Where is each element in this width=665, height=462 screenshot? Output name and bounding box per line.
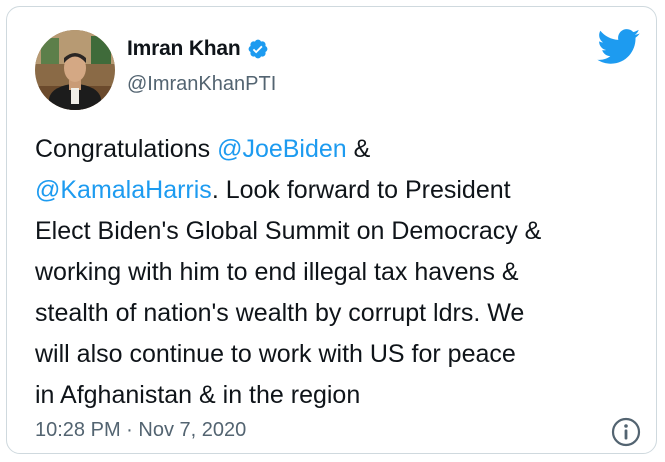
tweet-text-segment: &	[346, 135, 371, 163]
tweet-text-segment: Congratulations	[35, 135, 218, 163]
tweet-text: Congratulations @JoeBiden & @KamalaHarris…	[35, 129, 635, 416]
verified-badge-icon	[247, 38, 269, 60]
tweet-text-segment: Elect Biden's Global Summit on Democracy…	[35, 217, 542, 245]
tweet-text-segment: stealth of nation's wealth by corrupt ld…	[35, 299, 525, 327]
tweet-text-line: Elect Biden's Global Summit on Democracy…	[35, 211, 635, 252]
mention-link[interactable]: @JoeBiden	[217, 135, 347, 163]
tweet-text-segment: will also continue to work with US for p…	[35, 340, 516, 368]
name-row: Imran Khan	[127, 37, 269, 61]
info-icon[interactable]	[611, 417, 641, 447]
tweet-timestamp[interactable]: 10:28 PM · Nov 7, 2020	[35, 419, 246, 442]
tweet-text-line: working with him to end illegal tax have…	[35, 252, 635, 293]
tweet-text-segment: . Look forward to President	[211, 176, 511, 204]
tweet-card: Imran Khan @ImranKhanPTI Congratulations…	[6, 6, 657, 454]
tweet-text-line: will also continue to work with US for p…	[35, 334, 635, 375]
mention-link[interactable]: @KamalaHarris	[35, 176, 212, 204]
tweet-text-segment: working with him to end illegal tax have…	[35, 258, 519, 286]
tweet-text-line: stealth of nation's wealth by corrupt ld…	[35, 293, 635, 334]
avatar-photo	[35, 30, 115, 110]
twitter-bird-icon[interactable]	[597, 29, 641, 65]
tweet-text-line: @KamalaHarris. Look forward to President	[35, 170, 635, 211]
display-name[interactable]: Imran Khan	[127, 37, 241, 61]
tweet-text-segment: in Afghanistan & in the region	[35, 381, 361, 409]
avatar[interactable]	[35, 30, 115, 110]
user-handle[interactable]: @ImranKhanPTI	[127, 73, 276, 96]
tweet-text-line: in Afghanistan & in the region	[35, 375, 635, 416]
tweet-text-line: Congratulations @JoeBiden &	[35, 129, 635, 170]
